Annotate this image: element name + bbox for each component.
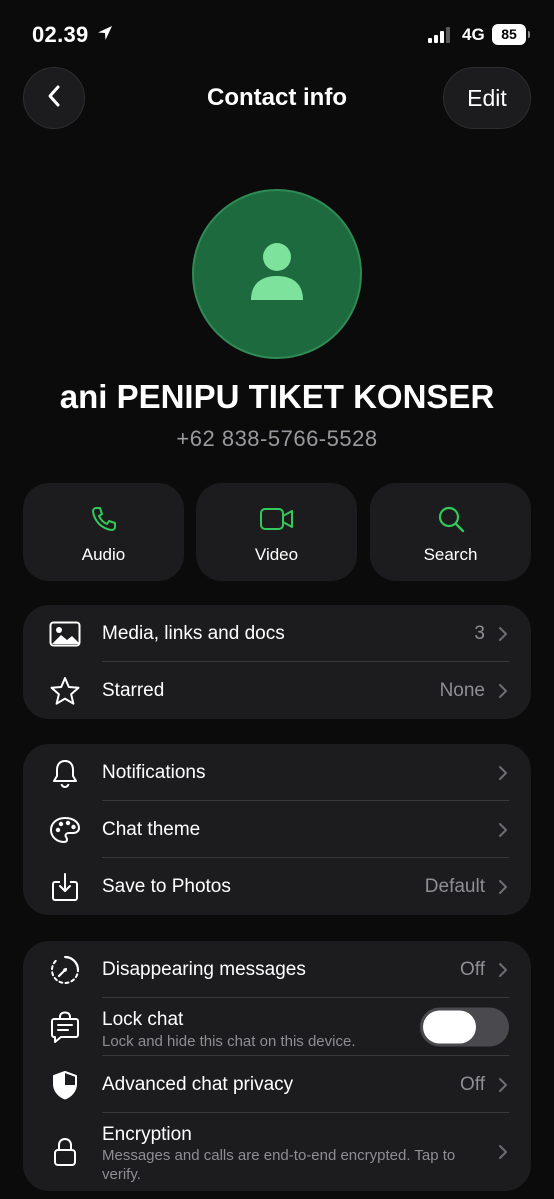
- chat-theme-label: Chat theme: [102, 818, 201, 840]
- save-to-photos-row[interactable]: Save to Photos Default: [23, 858, 531, 915]
- chevron-right-icon: [497, 765, 509, 781]
- status-bar: 02.39 4G 85: [0, 0, 554, 64]
- shield-icon: [47, 1068, 83, 1102]
- network-type: 4G: [462, 25, 485, 44]
- advanced-chat-privacy-value: Off: [460, 1073, 485, 1095]
- lock-icon: [47, 1135, 83, 1169]
- search-button[interactable]: Search: [370, 483, 531, 581]
- advanced-chat-privacy-label: Advanced chat privacy: [102, 1073, 294, 1095]
- advanced-chat-privacy-row[interactable]: Advanced chat privacy Off: [23, 1056, 531, 1113]
- audio-label: Audio: [81, 545, 126, 564]
- settings-card: Notifications Chat theme Save to Photos …: [23, 744, 531, 915]
- battery-level: 85: [492, 24, 530, 45]
- media-card: Media, links and docs 3 Starred None: [23, 605, 531, 719]
- person-icon: [249, 242, 305, 307]
- chevron-right-icon: [497, 1077, 509, 1093]
- chevron-right-icon: [497, 1144, 509, 1160]
- status-time: 02.39: [32, 22, 89, 47]
- save-to-photos-value: Default: [424, 875, 485, 897]
- audio-call-button[interactable]: Audio: [23, 483, 184, 581]
- video-call-button[interactable]: Video: [196, 483, 357, 581]
- save-to-photos-label: Save to Photos: [102, 875, 231, 897]
- encryption-label: Encryption: [102, 1124, 192, 1145]
- video-icon: [259, 503, 295, 535]
- image-icon: [47, 617, 83, 651]
- cellular-signal-icon: [428, 27, 454, 48]
- disappearing-messages-value: Off: [460, 958, 485, 980]
- chevron-right-icon: [497, 626, 509, 642]
- lock-chat-label: Lock chat: [102, 1009, 184, 1030]
- privacy-card: Disappearing messages Off Lock chat Lock…: [23, 941, 531, 1191]
- contact-phone[interactable]: +62 838-5766-5528: [0, 426, 554, 452]
- notifications-row[interactable]: Notifications: [23, 744, 531, 801]
- location-arrow-icon: [96, 24, 114, 47]
- chevron-right-icon: [497, 962, 509, 978]
- search-icon: [437, 503, 465, 535]
- starred-label: Starred: [102, 679, 165, 701]
- toggle-knob: [423, 1010, 476, 1044]
- notifications-label: Notifications: [102, 761, 206, 783]
- disappearing-messages-row[interactable]: Disappearing messages Off: [23, 941, 531, 998]
- video-label: Video: [254, 545, 299, 564]
- contact-name: ani PENIPU TIKET KONSER: [59, 378, 495, 415]
- chat-theme-row[interactable]: Chat theme: [23, 801, 531, 858]
- lock-chat-row[interactable]: Lock chat Lock and hide this chat on thi…: [23, 998, 531, 1056]
- encryption-subtitle: Messages and calls are end-to-end encryp…: [102, 1147, 456, 1183]
- starred-row[interactable]: Starred None: [23, 662, 531, 719]
- media-count: 3: [474, 622, 485, 644]
- bell-icon: [47, 756, 83, 790]
- lock-chat-toggle[interactable]: [420, 1007, 509, 1047]
- chevron-right-icon: [497, 822, 509, 838]
- disappearing-messages-label: Disappearing messages: [102, 958, 306, 980]
- edit-button[interactable]: Edit: [443, 67, 531, 129]
- chevron-right-icon: [497, 879, 509, 895]
- media-links-docs-row[interactable]: Media, links and docs 3: [23, 605, 531, 662]
- chevron-right-icon: [497, 683, 509, 699]
- timer-icon: [47, 953, 83, 987]
- star-icon: [47, 674, 83, 708]
- search-label: Search: [423, 545, 478, 564]
- palette-icon: [47, 813, 83, 847]
- media-links-docs-label: Media, links and docs: [102, 622, 285, 644]
- avatar[interactable]: [192, 189, 362, 359]
- phone-icon: [90, 503, 118, 535]
- starred-value: None: [439, 679, 485, 701]
- download-icon: [47, 870, 83, 904]
- chat-lock-icon: [47, 1010, 83, 1044]
- encryption-row[interactable]: Encryption Messages and calls are end-to…: [23, 1113, 531, 1191]
